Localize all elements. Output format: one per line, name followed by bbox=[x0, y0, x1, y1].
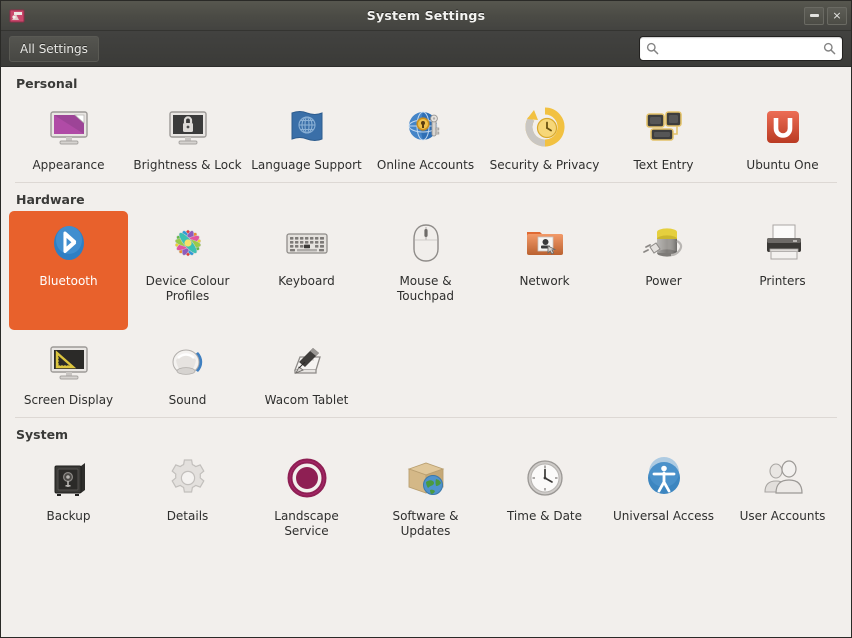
search-icon bbox=[646, 42, 659, 55]
tile-label: Appearance bbox=[32, 158, 105, 172]
tile-label: Language Support bbox=[251, 158, 362, 172]
user-accounts-icon bbox=[759, 454, 807, 502]
landscape-service-icon bbox=[283, 454, 331, 502]
settings-tile-device-colour-profiles[interactable]: Device Colour Profiles bbox=[128, 211, 247, 330]
tile-label: User Accounts bbox=[739, 509, 826, 523]
window-controls: × bbox=[804, 6, 847, 25]
settings-tile-software-updates[interactable]: Software & Updates bbox=[366, 446, 485, 545]
toolbar: All Settings bbox=[1, 31, 851, 67]
time-date-icon bbox=[521, 454, 569, 502]
tile-label: Power bbox=[645, 274, 682, 288]
settings-tile-brightness-lock[interactable]: Brightness & Lock bbox=[128, 95, 247, 179]
search-input[interactable] bbox=[659, 41, 823, 56]
settings-tile-power[interactable]: Power bbox=[604, 211, 723, 330]
settings-tile-time-date[interactable]: Time & Date bbox=[485, 446, 604, 545]
tile-label: Software & Updates bbox=[392, 509, 459, 538]
section-personal: Personal Appearance Brightness & Lock La… bbox=[1, 67, 851, 183]
tile-label: Sound bbox=[168, 393, 207, 407]
window-title: System Settings bbox=[366, 8, 486, 23]
close-button[interactable]: × bbox=[827, 6, 847, 25]
minimize-icon bbox=[809, 13, 819, 17]
section-title: System bbox=[16, 427, 69, 442]
all-settings-label: All Settings bbox=[20, 41, 88, 56]
settings-tile-text-entry[interactable]: Text Entry bbox=[604, 95, 723, 179]
section-grid: Backup Details Landscape Service Softwar… bbox=[1, 446, 851, 545]
settings-tile-bluetooth[interactable]: Bluetooth bbox=[9, 211, 128, 330]
settings-tile-backup[interactable]: Backup bbox=[9, 446, 128, 545]
system-settings-window: System Settings × All Settings Personal … bbox=[0, 0, 852, 638]
tile-label: Keyboard bbox=[278, 274, 335, 288]
settings-tile-mouse-touchpad[interactable]: Mouse & Touchpad bbox=[366, 211, 485, 330]
search-icon[interactable] bbox=[823, 42, 836, 55]
online-accounts-icon bbox=[402, 103, 450, 151]
tile-label: Mouse & Touchpad bbox=[396, 274, 455, 303]
tile-label: Printers bbox=[759, 274, 806, 288]
software-updates-icon bbox=[402, 454, 450, 502]
settings-tile-network[interactable]: Network bbox=[485, 211, 604, 330]
network-icon bbox=[521, 219, 569, 267]
ubuntu-one-icon bbox=[759, 103, 807, 151]
settings-tile-ubuntu-one[interactable]: Ubuntu One bbox=[723, 95, 842, 179]
tile-label: Network bbox=[519, 274, 570, 288]
tile-label: Online Accounts bbox=[376, 158, 475, 172]
language-support-icon bbox=[283, 103, 331, 151]
printers-icon bbox=[759, 219, 807, 267]
search-box[interactable] bbox=[639, 36, 843, 61]
settings-tile-wacom-tablet[interactable]: Wacom Tablet bbox=[247, 330, 366, 414]
settings-tile-keyboard[interactable]: Keyboard bbox=[247, 211, 366, 330]
tile-label: Security & Privacy bbox=[489, 158, 600, 172]
section-hardware: Hardware Bluetooth Device Colour Profile… bbox=[1, 183, 851, 418]
backup-icon bbox=[45, 454, 93, 502]
settings-content: Personal Appearance Brightness & Lock La… bbox=[1, 67, 851, 637]
settings-tile-sound[interactable]: Sound bbox=[128, 330, 247, 414]
tile-label: Text Entry bbox=[633, 158, 694, 172]
settings-tile-user-accounts[interactable]: User Accounts bbox=[723, 446, 842, 545]
section-grid: Bluetooth Device Colour Profiles Keyboar… bbox=[1, 211, 851, 414]
mouse-touchpad-icon bbox=[402, 219, 450, 267]
system-settings-icon bbox=[6, 5, 28, 27]
settings-tile-security-privacy[interactable]: Security & Privacy bbox=[485, 95, 604, 179]
minimize-button[interactable] bbox=[804, 6, 824, 25]
tile-label: Bluetooth bbox=[39, 274, 98, 288]
tile-label: Ubuntu One bbox=[746, 158, 819, 172]
bluetooth-icon bbox=[45, 219, 93, 267]
sound-icon bbox=[164, 338, 212, 386]
settings-tile-universal-access[interactable]: Universal Access bbox=[604, 446, 723, 545]
tile-label: Device Colour Profiles bbox=[145, 274, 230, 303]
power-icon bbox=[640, 219, 688, 267]
tile-label: Wacom Tablet bbox=[264, 393, 349, 407]
settings-tile-landscape-service[interactable]: Landscape Service bbox=[247, 446, 366, 545]
brightness-lock-icon bbox=[164, 103, 212, 151]
settings-tile-online-accounts[interactable]: Online Accounts bbox=[366, 95, 485, 179]
device-colour-profiles-icon bbox=[164, 219, 212, 267]
screen-display-icon bbox=[45, 338, 93, 386]
settings-tile-screen-display[interactable]: Screen Display bbox=[9, 330, 128, 414]
wacom-tablet-icon bbox=[283, 338, 331, 386]
section-title: Personal bbox=[16, 76, 78, 91]
section-title: Hardware bbox=[16, 192, 85, 207]
appearance-icon bbox=[45, 103, 93, 151]
tile-label: Details bbox=[166, 509, 209, 523]
tile-label: Backup bbox=[46, 509, 91, 523]
settings-tile-printers[interactable]: Printers bbox=[723, 211, 842, 330]
titlebar[interactable]: System Settings × bbox=[1, 1, 851, 31]
tile-label: Brightness & Lock bbox=[133, 158, 242, 172]
section-system: System Backup Details Landscape Service … bbox=[1, 418, 851, 545]
section-grid: Appearance Brightness & Lock Language Su… bbox=[1, 95, 851, 179]
keyboard-icon bbox=[283, 219, 331, 267]
universal-access-icon bbox=[640, 454, 688, 502]
all-settings-button[interactable]: All Settings bbox=[9, 35, 99, 62]
security-privacy-icon bbox=[521, 103, 569, 151]
tile-label: Screen Display bbox=[23, 393, 114, 407]
details-icon bbox=[164, 454, 212, 502]
text-entry-icon bbox=[640, 103, 688, 151]
settings-tile-appearance[interactable]: Appearance bbox=[9, 95, 128, 179]
tile-label: Time & Date bbox=[506, 509, 583, 523]
close-icon: × bbox=[832, 9, 842, 22]
tile-label: Landscape Service bbox=[274, 509, 339, 538]
tile-label: Universal Access bbox=[613, 509, 714, 523]
settings-tile-details[interactable]: Details bbox=[128, 446, 247, 545]
settings-tile-language-support[interactable]: Language Support bbox=[247, 95, 366, 179]
